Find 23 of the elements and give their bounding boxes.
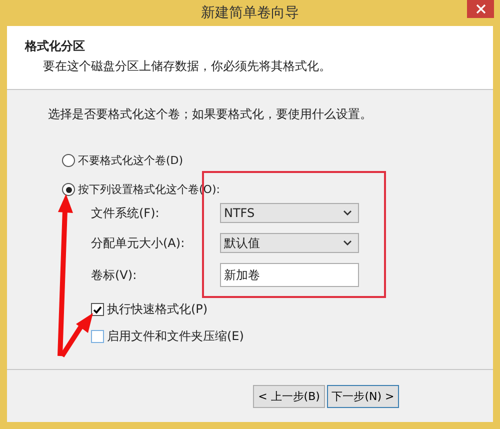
dropdown[interactable]: NTFS	[220, 203, 359, 223]
page-subtitle: 要在这个磁盘分区上储存数据，你必须先将其格式化。	[42, 58, 332, 75]
setting-label: 文件系统(F):	[91, 204, 160, 222]
radio-label: 不要格式化这个卷(D)	[78, 153, 184, 168]
input-field[interactable]: 新加卷	[220, 263, 359, 287]
dropdown[interactable]: 默认值	[220, 233, 359, 253]
chevron-icon	[343, 210, 352, 216]
wizard-button[interactable]: 下一步(N) >	[327, 384, 399, 408]
checkbox-label: 执行快速格式化(P)	[107, 301, 208, 318]
close-button[interactable]	[467, 0, 494, 18]
setting-label: 分配单元大小(A):	[91, 234, 186, 252]
chevron-icon	[343, 240, 352, 246]
checkbox[interactable]	[91, 303, 104, 316]
checkbox[interactable]	[91, 330, 104, 343]
close-icon	[476, 4, 486, 14]
radio-button[interactable]	[62, 154, 75, 167]
setting-label: 卷标(V):	[91, 266, 138, 284]
instruction-text: 选择是否要格式化这个卷；如果要格式化，要使用什么设置。	[48, 106, 373, 123]
radio-button[interactable]	[62, 183, 75, 196]
page-title: 格式化分区	[25, 38, 86, 55]
checkbox-label: 启用文件和文件夹压缩(E)	[107, 328, 244, 345]
wizard-button[interactable]: < 上一步(B)	[253, 384, 325, 408]
window-title: 新建简单卷向导	[201, 4, 299, 22]
